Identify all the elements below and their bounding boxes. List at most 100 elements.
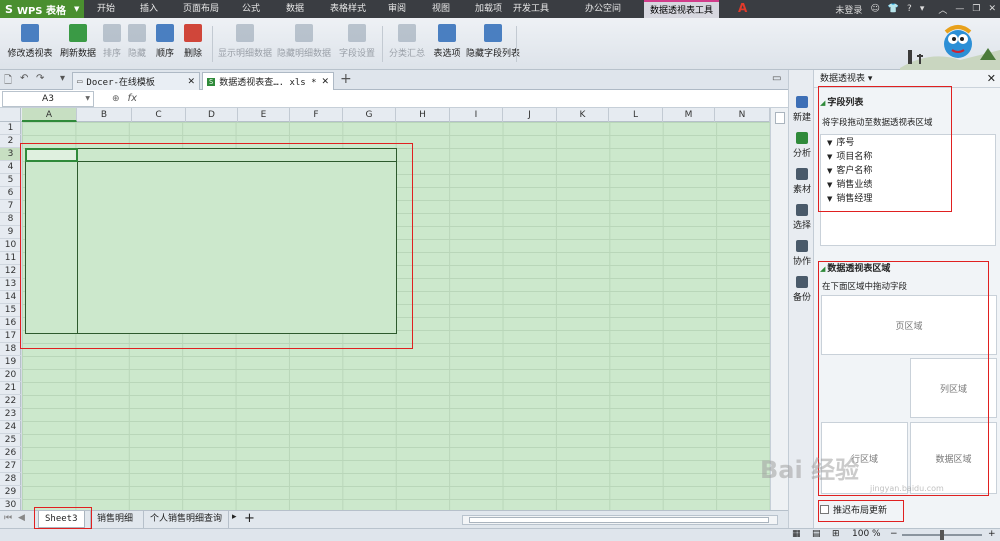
column-header-j[interactable]: J (503, 108, 557, 122)
row-header-22[interactable]: 22 (0, 395, 21, 408)
zoom-slider[interactable] (902, 530, 982, 540)
column-header-e[interactable]: E (238, 108, 290, 122)
ribbon-button-table-options[interactable]: 表选项 (432, 22, 462, 66)
field-item[interactable]: ▼ 序号 (827, 135, 854, 148)
row-header-19[interactable]: 19 (0, 356, 21, 369)
minimize-icon[interactable]: — (955, 4, 964, 14)
column-header-k[interactable]: K (557, 108, 609, 122)
zoom-in-icon[interactable]: + (988, 529, 996, 539)
close-tab-icon[interactable]: ✕ (321, 77, 329, 87)
help-button[interactable]: ? (907, 4, 912, 14)
menu-tab[interactable]: 公式 (242, 0, 260, 18)
menu-tab[interactable]: 开发工具 (513, 0, 549, 18)
column-header-b[interactable]: B (77, 108, 132, 122)
sheet-tab-sheet3[interactable]: Sheet3 (38, 511, 85, 528)
menu-tab[interactable]: 插入 (140, 0, 158, 18)
row-header-16[interactable]: 16 (0, 317, 21, 330)
zoom-out-icon[interactable]: − (890, 529, 898, 539)
zoom-slider-handle[interactable] (940, 530, 944, 540)
row-header-21[interactable]: 21 (0, 382, 21, 395)
row-header-28[interactable]: 28 (0, 473, 21, 486)
column-header-g[interactable]: G (343, 108, 396, 122)
login-link[interactable]: 未登录 (835, 3, 862, 16)
menu-tab[interactable]: 视图 (432, 0, 450, 18)
row-header-15[interactable]: 15 (0, 304, 21, 317)
fx-icon[interactable]: fx (128, 93, 137, 104)
column-header-l[interactable]: L (609, 108, 663, 122)
close-icon[interactable]: ✕ (987, 70, 996, 88)
scroll-thumb[interactable] (775, 112, 785, 124)
menu-tab[interactable]: 数据 (286, 0, 304, 18)
first-sheet-icon[interactable]: ⏮ (4, 513, 12, 523)
ribbon-button-show-detail[interactable]: 显示明细数据 (218, 22, 272, 66)
shirt-icon[interactable]: 👕 (888, 4, 899, 14)
close-tab-icon[interactable]: ✕ (187, 77, 195, 87)
field-item[interactable]: ▼ 项目名称 (827, 149, 872, 162)
name-box[interactable]: A3 ▼ (2, 90, 94, 107)
formula-input[interactable] (145, 90, 788, 107)
horizontal-scrollbar[interactable] (462, 515, 778, 525)
menu-tab[interactable]: 办公空间 (585, 0, 621, 18)
field-item[interactable]: ▼ 客户名称 (827, 163, 872, 176)
column-header-m[interactable]: M (663, 108, 715, 122)
row-header-9[interactable]: 9 (0, 226, 21, 239)
row-header-3[interactable]: 3 (0, 148, 21, 161)
side-button-material[interactable]: 素材 (789, 168, 815, 195)
undo-icon[interactable]: ↶ (20, 73, 28, 87)
panel-title[interactable]: 数据透视表 ▾ (814, 70, 1000, 88)
row-header-27[interactable]: 27 (0, 460, 21, 473)
row-header-2[interactable]: 2 (0, 135, 21, 148)
sheet-tab-personal-sales[interactable]: 个人销售明细查询 (143, 511, 230, 528)
defer-layout-update[interactable]: 推迟布局更新 (820, 503, 887, 516)
column-header-d[interactable]: D (186, 108, 238, 122)
doc-tab-workbook[interactable]: S 数据透视表查…. xls * ✕ (202, 72, 334, 90)
column-area[interactable]: 列区域 (910, 358, 997, 418)
normal-view-icon[interactable]: ▦ (792, 529, 801, 539)
field-item[interactable]: ▼ 销售经理 (827, 191, 872, 204)
app-menu-button[interactable]: S WPS 表格 ▼ (0, 0, 84, 18)
doc-tab-docer[interactable]: ▭ Docer-在线模板 ✕ (72, 72, 200, 90)
tab-pivot-tools[interactable]: 数据透视表工具 (644, 0, 720, 18)
new-doc-icon[interactable]: 🗋 (4, 73, 12, 87)
defer-checkbox[interactable] (820, 505, 829, 514)
column-header-h[interactable]: H (396, 108, 450, 122)
row-header-26[interactable]: 26 (0, 447, 21, 460)
zoom-search-icon[interactable]: ⊕ (112, 94, 120, 104)
row-header-6[interactable]: 6 (0, 187, 21, 200)
chevron-down-icon[interactable]: ▾ (920, 4, 925, 14)
pdf-icon[interactable]: A (738, 1, 747, 15)
field-list-header[interactable]: ◢ 字段列表 (820, 95, 863, 108)
row-header-25[interactable]: 25 (0, 434, 21, 447)
ribbon-button-pivot-edit[interactable]: 修改透视表 (6, 22, 54, 66)
row-header-12[interactable]: 12 (0, 265, 21, 278)
row-header-10[interactable]: 10 (0, 239, 21, 252)
chevron-down-icon[interactable]: ▼ (85, 95, 90, 102)
column-header-c[interactable]: C (132, 108, 186, 122)
column-header-n[interactable]: N (715, 108, 770, 122)
menu-tab[interactable]: 审阅 (388, 0, 406, 18)
row-header-24[interactable]: 24 (0, 421, 21, 434)
ribbon-button-field-settings[interactable]: 字段设置 (337, 22, 377, 66)
scroll-sheets-right-icon[interactable]: ▸ (232, 512, 237, 522)
pivot-areas-header[interactable]: ◢ 数据透视表区域 (820, 261, 890, 274)
column-header-f[interactable]: F (290, 108, 343, 122)
side-button-collab[interactable]: 协作 (789, 240, 815, 267)
page-break-view-icon[interactable]: ▤ (812, 529, 821, 539)
side-button-new[interactable]: 新建 (789, 96, 815, 123)
collapse-ribbon-icon[interactable]: ︿ (938, 3, 947, 16)
ribbon-button-field-list[interactable]: 隐藏字段列表 (465, 22, 521, 66)
restore-window-icon[interactable]: ▭ (772, 73, 781, 87)
menu-tab[interactable]: 表格样式 (330, 0, 366, 18)
side-button-backup[interactable]: 备份 (789, 276, 815, 303)
row-header-14[interactable]: 14 (0, 291, 21, 304)
row-header-20[interactable]: 20 (0, 369, 21, 382)
ribbon-button-order[interactable]: 顺序 (151, 22, 179, 66)
row-header-23[interactable]: 23 (0, 408, 21, 421)
restore-icon[interactable]: ❐ (972, 4, 980, 14)
row-header-29[interactable]: 29 (0, 486, 21, 499)
reading-view-icon[interactable]: ⊞ (832, 529, 840, 539)
ribbon-button-delete[interactable]: 删除 (183, 22, 203, 66)
row-header-1[interactable]: 1 (0, 122, 21, 135)
cell-grid[interactable] (22, 122, 770, 510)
row-header-7[interactable]: 7 (0, 200, 21, 213)
